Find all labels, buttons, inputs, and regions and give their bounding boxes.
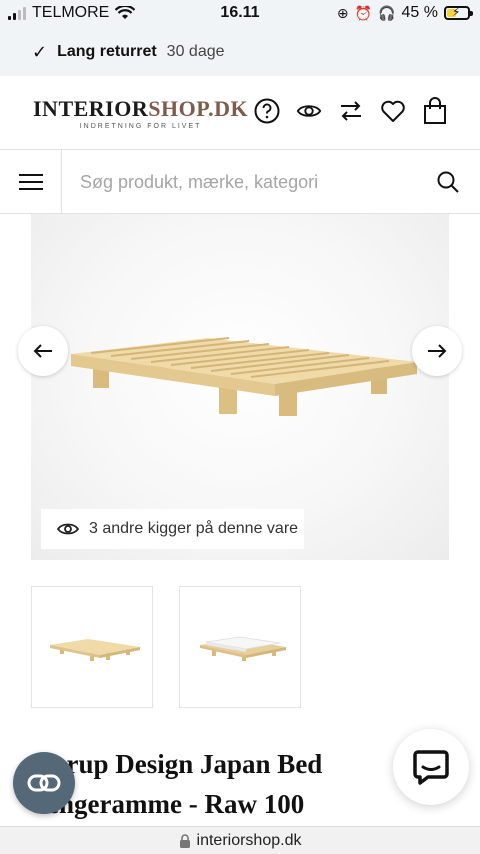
alarm-icon: ⏰ xyxy=(354,4,373,21)
viewers-notice: 3 andre kigger på denne vare xyxy=(41,509,304,549)
search-input[interactable] xyxy=(80,168,410,196)
arrow-right-icon xyxy=(428,344,447,358)
bag-icon[interactable] xyxy=(422,97,448,124)
header-icons xyxy=(254,97,448,124)
battery-icon: ⚡ xyxy=(444,5,473,20)
product-title-line1: Karup Design Japan Bed xyxy=(32,749,323,779)
thumbnail-2[interactable] xyxy=(179,586,301,708)
logo-text-accent: SHOP.DK xyxy=(148,96,249,121)
promo-bold-text: Lang returret xyxy=(57,43,157,60)
promo-banner: ✓ Lang returret 30 dage xyxy=(0,28,480,76)
url-text: interiorshop.dk xyxy=(196,831,302,849)
search-bar xyxy=(0,150,480,214)
promo-detail-text: 30 dage xyxy=(166,43,225,60)
hamburger-icon xyxy=(18,174,43,190)
browser-url-bar[interactable]: interiorshop.dk xyxy=(0,826,480,854)
gallery-prev-button[interactable] xyxy=(18,326,68,376)
product-title-line2: Sengeramme - Raw 100 xyxy=(32,789,305,819)
lock-icon xyxy=(179,833,190,848)
logo-tagline: INDRETNING FOR LIVET xyxy=(79,123,202,130)
checkmark-icon: ✓ xyxy=(32,41,48,62)
headphones-icon: 🎧 xyxy=(378,4,396,21)
arrow-left-icon xyxy=(33,344,52,358)
gallery-next-button[interactable] xyxy=(412,326,462,376)
site-logo[interactable]: INTERIORSHOP.DK INDRETNING FOR LIVET xyxy=(33,96,248,130)
chat-button[interactable] xyxy=(393,729,469,805)
thumbnail-bed-image xyxy=(50,639,140,661)
eye-icon xyxy=(57,523,79,535)
logo-text-main: INTERIOR xyxy=(33,96,149,121)
cookie-settings-button[interactable] xyxy=(13,752,75,814)
thumbnail-1[interactable] xyxy=(31,586,153,708)
viewers-text: 3 andre kigger på denne vare xyxy=(89,520,299,537)
status-right: ⊕ ⏰ 🎧 45 % ⚡ xyxy=(336,4,473,22)
battery-percent: 45 % xyxy=(401,4,438,21)
orientation-lock-icon: ⊕ xyxy=(336,4,349,21)
eye-icon[interactable] xyxy=(296,98,322,124)
chat-icon xyxy=(413,750,449,785)
heart-icon[interactable] xyxy=(380,98,406,124)
site-header: INTERIORSHOP.DK INDRETNING FOR LIVET xyxy=(0,76,480,150)
status-bar: TELMORE 16.11 ⊕ ⏰ 🎧 45 % ⚡ xyxy=(0,0,480,28)
link-icon xyxy=(27,774,61,792)
product-title: Karup Design Japan Bed Sengeramme - Raw … xyxy=(32,744,372,824)
help-icon[interactable] xyxy=(254,98,280,124)
thumbnail-bed-mattress-image xyxy=(200,636,286,661)
search-icon[interactable] xyxy=(436,170,460,194)
menu-button[interactable] xyxy=(0,150,62,214)
compare-icon[interactable] xyxy=(338,98,364,124)
